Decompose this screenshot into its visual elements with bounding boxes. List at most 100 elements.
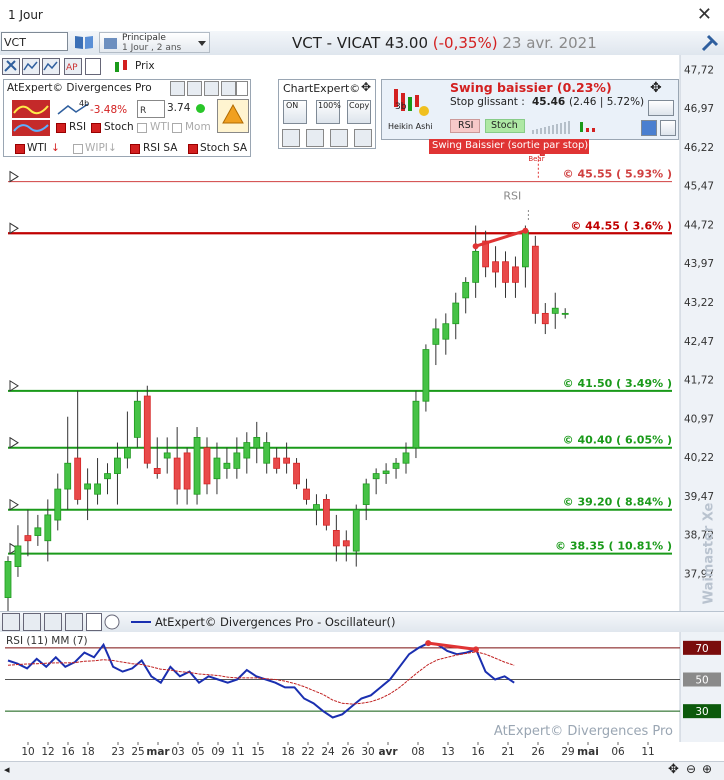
wave-icon (12, 100, 50, 118)
main-toolbar: VCT Principale 1 Jour , 2 ans VCT - VICA… (0, 31, 724, 56)
chartexpert-copy-button[interactable]: Copy (347, 100, 371, 124)
candle-body (462, 281, 470, 299)
rsi-sa-checkbox[interactable] (130, 144, 140, 154)
date-tick-label: 22 (301, 746, 314, 758)
date-tick-label: 25 (131, 746, 144, 758)
down-arrow-red-icon: ↓ (51, 142, 60, 154)
period-selector[interactable]: Principale 1 Jour , 2 ans (99, 32, 210, 53)
move-swing-icon[interactable]: ✥ (650, 80, 662, 96)
zoom-in-icon[interactable]: ⊕ (702, 762, 712, 776)
date-tick-label: mar (146, 746, 170, 758)
osc-level-label: 50 (695, 675, 708, 687)
candle-body (203, 447, 211, 485)
date-tick-label: 12 (41, 746, 54, 758)
stoch-sa-checkbox[interactable] (188, 144, 198, 154)
candle-body (332, 530, 340, 547)
heikin-ashi-label: Heikin Ashi (388, 122, 433, 131)
candle-body (233, 452, 241, 469)
candle-body (313, 504, 320, 511)
side-watermark: Waimaster Xe (701, 502, 717, 605)
chart-tools-icons[interactable]: AP (2, 58, 102, 75)
swing-config-button[interactable] (648, 100, 674, 116)
wipi-label: WIPI (85, 142, 108, 154)
date-tick-label: 03 (171, 746, 184, 758)
symbol-input[interactable]: VCT (1, 32, 68, 51)
swing-chart-icon[interactable] (641, 120, 657, 136)
date-tick-label: 06 (611, 746, 625, 758)
candle-body (163, 452, 171, 459)
price-tick-label: 40,97 (684, 413, 714, 425)
period-line1: Principale (122, 33, 166, 43)
chartexpert-panel: ChartExpert© ✥ ON 100% Copy (278, 79, 376, 149)
move-icon[interactable]: ✥ (361, 80, 371, 94)
date-tick-label: 10 (21, 746, 34, 758)
oscillator-tools-icons[interactable] (2, 613, 122, 631)
candle-body (4, 561, 12, 598)
date-tick-label: mai (577, 746, 599, 758)
candle-body (84, 483, 91, 490)
wti-checkbox[interactable] (137, 123, 147, 133)
quote-price: 43.00 (385, 34, 428, 52)
indicator-value: 3.74 (167, 102, 191, 114)
scroll-left-icon[interactable]: ◂ (4, 763, 10, 776)
candle-body (193, 436, 201, 495)
candle-body (153, 467, 161, 474)
candle-body (502, 261, 509, 283)
chartexpert-on-button[interactable]: ON (283, 100, 307, 124)
candle-icon (115, 60, 127, 72)
pan-icon[interactable]: ✥ (668, 762, 679, 777)
horizontal-scrollbar[interactable]: ◂ ✥ ⊖ ⊕ (0, 761, 724, 780)
tools-icon[interactable] (700, 33, 720, 53)
stop-label: Stop glissant : (450, 96, 525, 108)
price-tick-label: 44,72 (684, 219, 714, 231)
candle-body (372, 473, 380, 480)
candle-body (243, 442, 251, 459)
level-label: © 38.35 ( 10.81% ) (555, 540, 672, 553)
candle-body (303, 488, 310, 500)
date-tick-label: 09 (211, 746, 224, 758)
candle-body (74, 457, 82, 500)
swing-chart2-icon[interactable] (660, 120, 676, 136)
candle-body (273, 457, 281, 469)
chartexpert-tools-icons[interactable] (282, 129, 374, 147)
candle-body (173, 457, 181, 490)
candle-body (432, 328, 440, 345)
stoch-checkbox[interactable] (91, 123, 101, 133)
chartexpert-100-button[interactable]: 100% (316, 100, 341, 124)
date-tick-label: 29 (561, 746, 574, 758)
wipi-checkbox[interactable] (73, 144, 83, 154)
wti-sa-checkbox[interactable] (15, 144, 25, 154)
divergence-point (472, 243, 479, 250)
candle-body (223, 462, 231, 469)
atexpert-title: AtExpert© Divergences Pro (7, 82, 152, 94)
price-tick-label: 41,72 (684, 375, 714, 387)
mom-label: Mom (185, 121, 211, 133)
candle-body (133, 400, 141, 438)
rsi-label: RSI (69, 121, 87, 133)
chart-toolbar: AP Prix (0, 56, 170, 76)
candle-body (263, 442, 271, 464)
price-label: Prix (135, 60, 155, 72)
price-tick-label: 47,72 (684, 64, 714, 76)
ratio-icon: R (137, 100, 165, 118)
candle-body (44, 514, 52, 542)
candle-body (561, 312, 569, 315)
candle-body (442, 323, 450, 340)
candle-body (213, 457, 221, 480)
bell-icon[interactable] (217, 99, 249, 133)
candle-body (512, 266, 519, 283)
zoom-out-icon[interactable]: ⊖ (686, 762, 696, 776)
divergence-point (522, 227, 529, 234)
osc-watermark: AtExpert© Divergences Pro (494, 724, 673, 739)
mom-checkbox[interactable] (172, 123, 182, 133)
rsi-checkbox[interactable] (56, 123, 66, 133)
candle-body (352, 509, 360, 552)
quote-name: VCT - VICAT (292, 34, 381, 52)
rsi-chart[interactable]: 70 50 30 RSI (11) MM (7) AtExpert© Divergenc… (0, 632, 724, 742)
candle-body (94, 483, 101, 495)
panel-icons[interactable] (170, 81, 248, 96)
indicator-period: 4b (79, 99, 90, 108)
book-icon[interactable] (74, 34, 94, 50)
close-icon[interactable]: ✕ (697, 4, 712, 25)
bear-label: Bear (528, 155, 544, 163)
